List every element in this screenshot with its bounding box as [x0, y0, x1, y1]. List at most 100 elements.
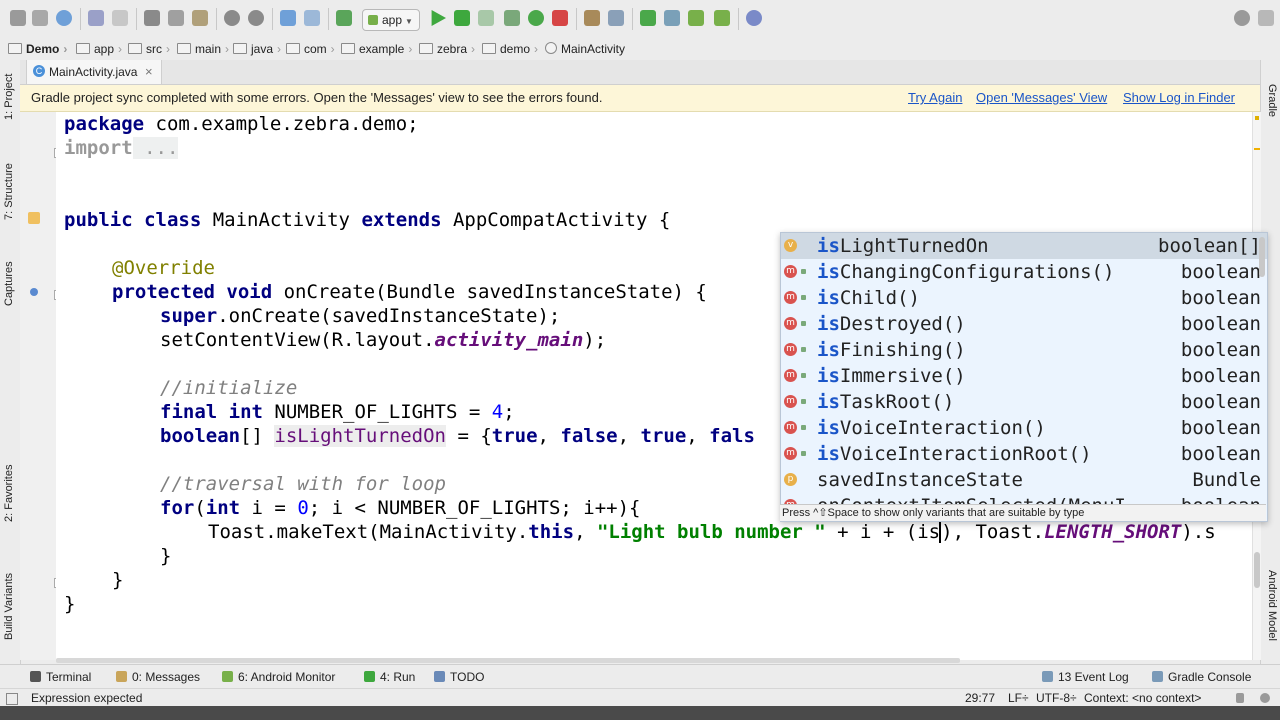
completion-item[interactable]: m isChangingConfigurations() boolean — [781, 259, 1267, 285]
android-model-tool-button[interactable]: Android Model — [1266, 570, 1278, 641]
rerun-icon[interactable] — [528, 10, 544, 26]
copy-icon[interactable] — [168, 10, 184, 26]
terminal-icon — [30, 671, 41, 682]
status-bar: Expression expected 29:77 LF÷ UTF-8÷ Con… — [0, 688, 1280, 707]
messages-tab[interactable]: 0: Messages — [116, 665, 200, 689]
stop-icon[interactable] — [552, 10, 568, 26]
forward-icon[interactable] — [304, 10, 320, 26]
completion-item[interactable]: p savedInstanceState Bundle — [781, 467, 1267, 493]
open-messages-link[interactable]: Open 'Messages' View — [976, 85, 1107, 111]
apply-changes-icon[interactable] — [504, 10, 520, 26]
lock-icon — [801, 321, 806, 326]
completion-item[interactable]: v isLightTurnedOn boolean[] — [781, 233, 1267, 259]
code-line: } — [64, 593, 76, 615]
breadcrumb-item[interactable]: example › — [341, 38, 412, 60]
todo-icon — [434, 671, 445, 682]
code-line: } — [160, 545, 172, 567]
sync-icon[interactable] — [56, 10, 72, 26]
completion-item[interactable]: m isDestroyed() boolean — [781, 311, 1267, 337]
completion-item[interactable]: m isVoiceInteraction() boolean — [781, 415, 1267, 441]
gradle-tool-button[interactable]: Gradle — [1266, 84, 1278, 117]
breadcrumb-item[interactable]: Demo › — [8, 38, 67, 60]
structure-tool-button[interactable]: 7: Structure — [3, 163, 15, 220]
redo-icon[interactable] — [112, 10, 128, 26]
gradle-sync-banner: Gradle project sync completed with some … — [20, 85, 1260, 112]
replace-icon[interactable] — [248, 10, 264, 26]
horizontal-scrollbar[interactable] — [56, 658, 960, 663]
undo-icon[interactable] — [88, 10, 104, 26]
line-separator[interactable]: LF÷ — [1008, 689, 1029, 707]
save-all-icon[interactable] — [32, 10, 48, 26]
window-icon[interactable] — [1258, 10, 1274, 26]
file-encoding[interactable]: UTF-8÷ — [1036, 689, 1077, 707]
event-log-icon — [1042, 671, 1053, 682]
code-line: setContentView(R.layout.activity_main); — [160, 329, 607, 351]
run-config-select[interactable]: app ▼ — [362, 9, 420, 31]
editor-gutter[interactable] — [20, 112, 64, 660]
project-tool-button[interactable]: 1: Project — [3, 74, 15, 120]
tool-window-bar: Terminal 0: Messages 6: Android Monitor … — [0, 664, 1280, 689]
parameter-icon: p — [784, 473, 797, 486]
completion-hint: Press ^⇧Space to show only variants that… — [780, 504, 1266, 521]
cut-icon[interactable] — [144, 10, 160, 26]
build-variants-tool-button[interactable]: Build Variants — [3, 573, 15, 640]
captures-tool-button[interactable]: Captures — [3, 261, 15, 306]
code-line: Toast.makeText(MainActivity.this, "Light… — [208, 521, 1216, 543]
code-line: @Override — [112, 257, 215, 279]
back-icon[interactable] — [280, 10, 296, 26]
open-folder-icon[interactable] — [10, 10, 26, 26]
paste-icon[interactable] — [192, 10, 208, 26]
completion-item[interactable]: m isVoiceInteractionRoot() boolean — [781, 441, 1267, 467]
messages-icon — [116, 671, 127, 682]
try-again-link[interactable]: Try Again — [908, 85, 962, 111]
attach-debugger-icon[interactable] — [478, 10, 494, 26]
sync-gradle-icon[interactable] — [640, 10, 656, 26]
debug-icon[interactable] — [454, 10, 470, 26]
make-project-icon[interactable] — [336, 10, 352, 26]
breadcrumb-item[interactable]: MainActivity — [545, 38, 625, 60]
folder-icon — [128, 43, 142, 54]
settings-icon[interactable] — [608, 10, 624, 26]
breadcrumb-item[interactable]: src › — [128, 38, 170, 60]
breadcrumb-item[interactable]: com › — [286, 38, 335, 60]
favorites-tool-button[interactable]: 2: Favorites — [3, 465, 15, 522]
android-monitor-tab[interactable]: 6: Android Monitor — [222, 665, 335, 689]
breadcrumb-item[interactable]: zebra › — [419, 38, 475, 60]
completion-item[interactable]: m isTaskRoot() boolean — [781, 389, 1267, 415]
event-log-tab[interactable]: 13 Event Log — [1042, 665, 1129, 689]
run-icon[interactable] — [431, 10, 446, 26]
terminal-tab[interactable]: Terminal — [30, 665, 91, 689]
close-icon[interactable]: × — [145, 60, 153, 84]
popup-scrollbar-thumb[interactable] — [1259, 237, 1265, 277]
breadcrumb-item[interactable]: demo › — [482, 38, 538, 60]
project-structure-icon[interactable] — [584, 10, 600, 26]
breadcrumb-item[interactable]: main › — [177, 38, 229, 60]
tool-windows-icon[interactable] — [6, 693, 18, 705]
help-icon[interactable] — [746, 10, 762, 26]
tab-mainactivity[interactable]: C MainActivity.java × — [26, 60, 162, 84]
find-icon[interactable] — [224, 10, 240, 26]
breadcrumb-item[interactable]: java › — [233, 38, 281, 60]
show-log-link[interactable]: Show Log in Finder — [1123, 85, 1235, 111]
android-device-monitor-icon[interactable] — [714, 10, 730, 26]
gradle-console-tab[interactable]: Gradle Console — [1152, 665, 1251, 689]
scrollbar-thumb[interactable] — [1254, 552, 1260, 588]
lock-icon[interactable] — [1236, 693, 1244, 703]
completion-item[interactable]: m isChild() boolean — [781, 285, 1267, 311]
sdk-manager-icon[interactable] — [688, 10, 704, 26]
run-icon — [364, 671, 375, 682]
breadcrumb-item[interactable]: app › — [76, 38, 122, 60]
run-tab[interactable]: 4: Run — [364, 665, 415, 689]
folder-icon — [177, 43, 191, 54]
inspector-icon[interactable] — [1260, 693, 1270, 703]
variable-icon: v — [784, 239, 797, 252]
search-everywhere-icon[interactable] — [1234, 10, 1250, 26]
completion-item[interactable]: m isFinishing() boolean — [781, 337, 1267, 363]
avd-manager-icon[interactable] — [664, 10, 680, 26]
error-stripe-marker[interactable] — [1254, 148, 1260, 150]
context-indicator[interactable]: Context: <no context> — [1084, 689, 1201, 707]
folder-icon — [482, 43, 496, 54]
caret-position[interactable]: 29:77 — [965, 689, 995, 707]
completion-item[interactable]: m isImmersive() boolean — [781, 363, 1267, 389]
todo-tab[interactable]: TODO — [434, 665, 484, 689]
